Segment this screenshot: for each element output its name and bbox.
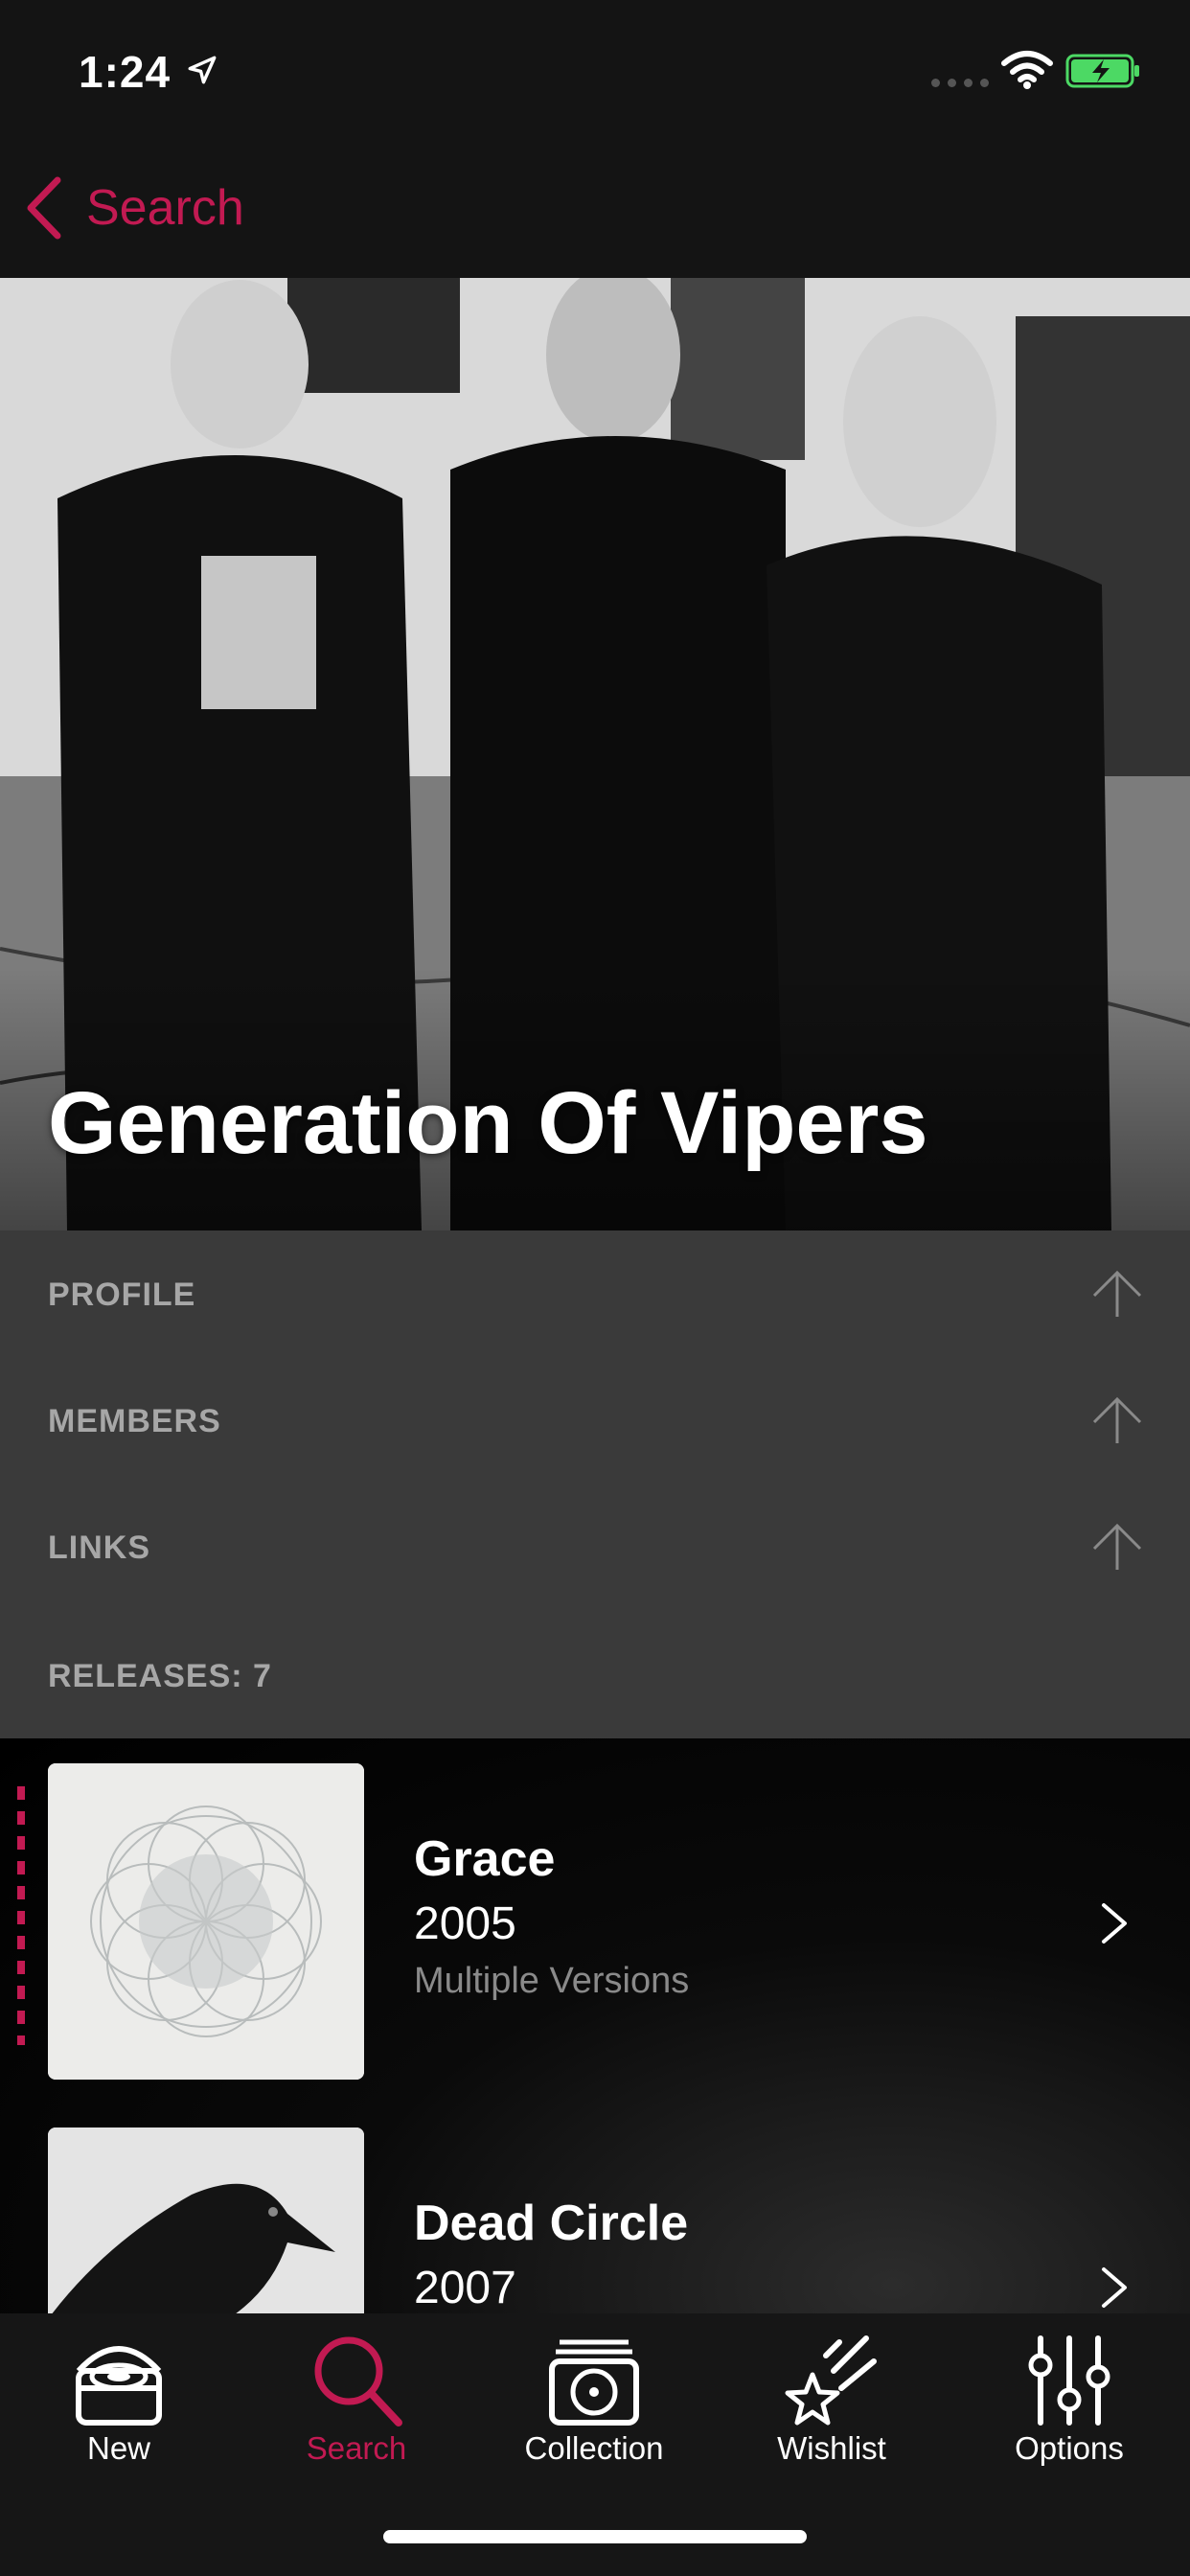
tab-search[interactable]: Search (238, 2313, 475, 2505)
arrow-up-icon[interactable] (1090, 1269, 1144, 1319)
chevron-right-icon (1102, 2267, 1127, 2308)
search-icon (314, 2336, 402, 2426)
tab-collection[interactable]: Collection (475, 2313, 713, 2505)
shooting-star-icon (785, 2335, 877, 2426)
release-cover (48, 2128, 364, 2313)
section-links[interactable]: LINKS (0, 1484, 1190, 1610)
tab-label: Wishlist (777, 2430, 886, 2466)
tab-wishlist[interactable]: Wishlist (713, 2313, 950, 2505)
release-row[interactable]: Grace 2005 Multiple Versions (0, 1738, 1190, 2103)
section-profile[interactable]: PROFILE (0, 1230, 1190, 1357)
tab-options[interactable]: Options (950, 2313, 1188, 2505)
sliders-icon (1028, 2335, 1110, 2426)
tab-label: Search (306, 2430, 407, 2466)
release-row[interactable]: Dead Circle 2007 (0, 2103, 1190, 2313)
location-arrow-icon (188, 56, 217, 84)
navigation-bar: Search (0, 144, 1190, 278)
wifi-icon (1001, 51, 1053, 89)
release-subtitle: Multiple Versions (414, 1961, 690, 2001)
status-bar: 1:24 (0, 0, 1190, 144)
home-indicator[interactable] (383, 2530, 807, 2543)
section-releases: RELEASES: 7 (0, 1612, 1190, 1738)
release-title: Grace (414, 1831, 556, 1887)
section-label: PROFILE (48, 1276, 196, 1313)
artist-hero-image: Generation Of Vipers (0, 278, 1190, 1230)
tab-new[interactable]: New (0, 2313, 238, 2505)
arrow-up-icon[interactable] (1090, 1522, 1144, 1572)
chevron-right-icon (1102, 1903, 1127, 1944)
status-time: 1:24 (79, 47, 172, 97)
section-label: MEMBERS (48, 1403, 221, 1439)
tab-label: Options (1015, 2430, 1124, 2466)
dead-circle-cover-art (48, 2128, 364, 2313)
tab-label: New (86, 2430, 151, 2466)
release-title: Dead Circle (414, 2196, 689, 2251)
arrow-up-icon[interactable] (1090, 1395, 1144, 1445)
back-button-label: Search (86, 180, 244, 236)
artist-name: Generation Of Vipers (48, 1074, 928, 1172)
tab-label: Collection (524, 2430, 664, 2466)
releases-list[interactable]: Grace 2005 Multiple Versions Dead Circle… (0, 1738, 1190, 2313)
chevron-left-icon (27, 176, 61, 240)
releases-count-label: RELEASES: 7 (48, 1658, 272, 1694)
vinyl-crate-icon (76, 2346, 162, 2426)
grace-cover-art (48, 1763, 364, 2080)
cellular-signal-icon (931, 79, 989, 87)
section-label: LINKS (48, 1530, 150, 1566)
battery-charging-icon (1065, 54, 1139, 88)
release-year: 2007 (414, 2263, 516, 2313)
back-button[interactable]: Search (25, 176, 244, 240)
section-members[interactable]: MEMBERS (0, 1357, 1190, 1484)
release-cover (48, 1763, 364, 2080)
artist-info-sections: PROFILE MEMBERS LINKS RELEASES: 7 (0, 1230, 1190, 1738)
release-year: 2005 (414, 1898, 516, 1949)
record-stack-icon (549, 2339, 639, 2426)
